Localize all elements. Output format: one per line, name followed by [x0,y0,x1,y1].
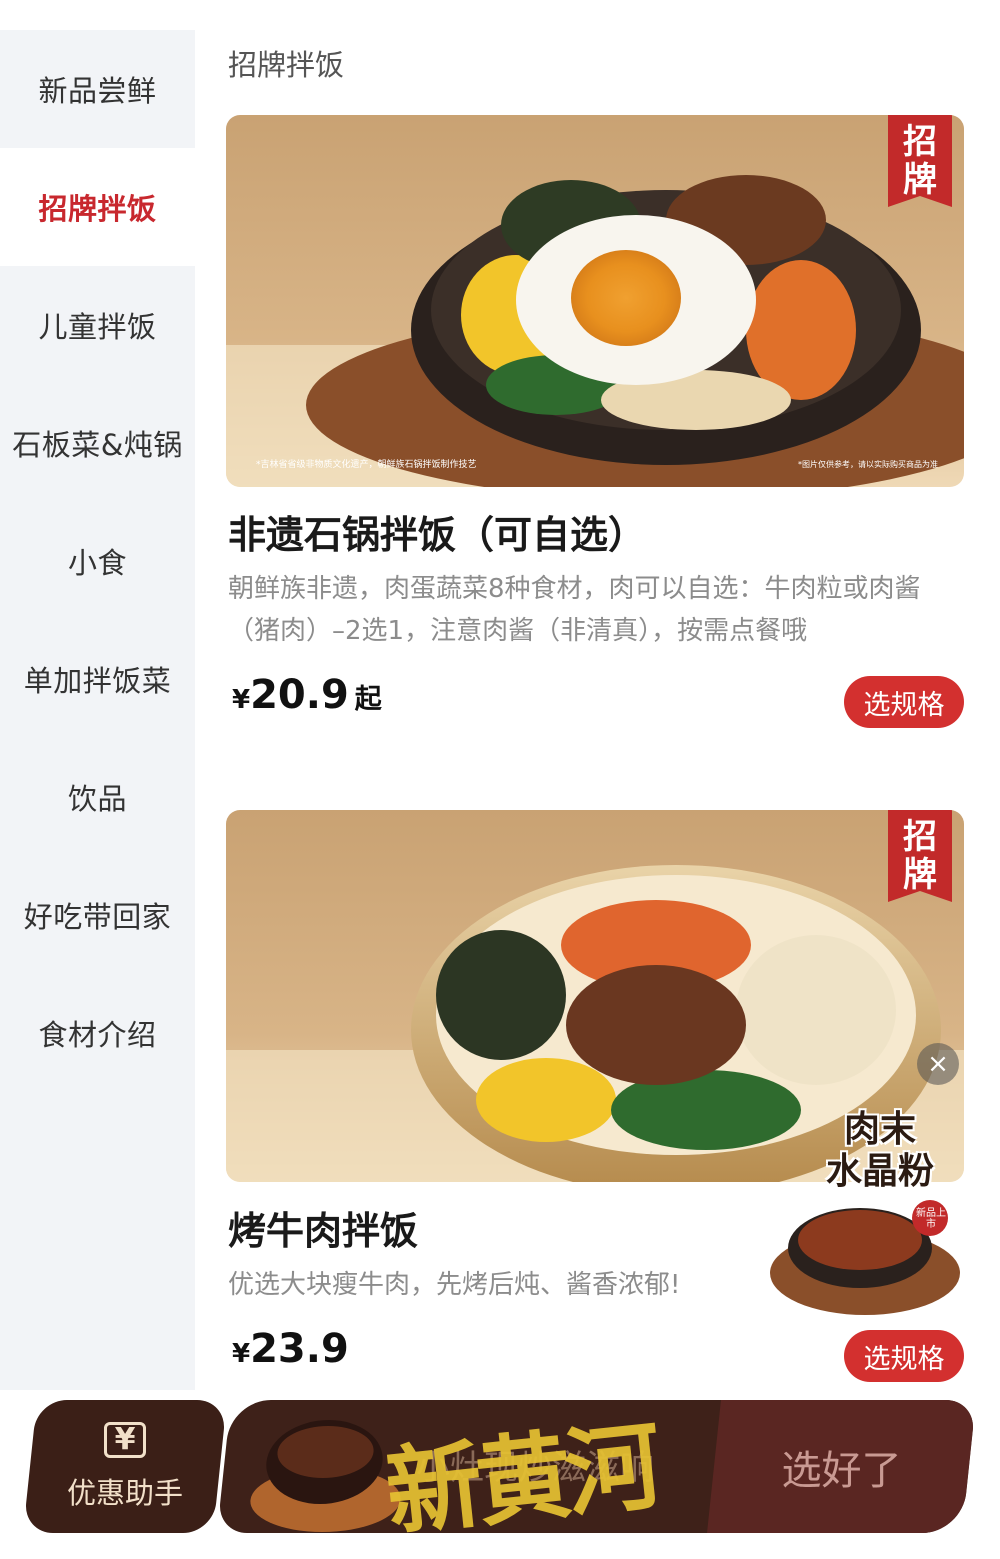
currency-symbol: ¥ [232,1339,251,1369]
image-caption-right: *图片仅供参考，请以实际购买商品为准 [798,459,938,469]
promo-title-line: 肉末 [843,1108,916,1150]
coupon-icon: ¥ [103,1421,147,1458]
stone-pot-bibimbap-image: *吉林省省级非物质文化遗产，朝鲜族石锅拌饭制作技艺 *图片仅供参考，请以实际购买… [226,115,964,487]
sidebar-item-label: 好吃带回家 [23,900,172,934]
sidebar-item-new[interactable]: 新品尝鲜 [0,30,195,148]
price-value: 20.9 [250,672,349,718]
promo-title: 肉末 水晶粉 [800,1108,960,1192]
product-price: ¥20.9 起 [232,672,382,718]
sidebar-item-drinks[interactable]: 饮品 [0,738,195,856]
badge-line: 牌 [903,160,937,200]
price-suffix: 起 [354,684,382,715]
sidebar-item-label: 新品尝鲜 [38,74,157,108]
sidebar-item-stone-plate[interactable]: 石板菜&炖锅 [0,384,195,502]
sidebar-item-label: 石板菜&炖锅 [12,428,183,462]
sidebar-item-label: 儿童拌饭 [38,310,157,344]
product-name[interactable]: 烤牛肉拌饭 [228,1200,418,1255]
signature-badge: 招 牌 [888,115,952,207]
sidebar-item-label: 小食 [67,546,127,580]
sidebar-item-kids[interactable]: 儿童拌饭 [0,266,195,384]
select-spec-button[interactable]: 选规格 [844,1330,964,1382]
checkout-button[interactable]: 选好了 [714,1400,969,1533]
currency-symbol: ¥ [232,685,251,715]
product-name[interactable]: 非遗石锅拌饭（可自选） [228,504,646,559]
category-sidebar: 新品尝鲜 招牌拌饭 儿童拌饭 石板菜&炖锅 小食 单加拌饭菜 饮品 好吃带回家 … [0,0,195,1390]
sidebar-item-label: 招牌拌饭 [38,192,157,226]
sidebar-item-signature[interactable]: 招牌拌饭 [0,148,195,266]
new-tag: 新品上市 [916,1208,946,1230]
signature-badge: 招 牌 [888,810,952,902]
sidebar-item-ingredients[interactable]: 食材介绍 [0,974,195,1092]
product-price: ¥23.9 [232,1326,349,1372]
coupon-helper-label: 优惠助手 [66,1475,183,1510]
promo-title-line: 水晶粉 [825,1150,934,1192]
promo-float-ad[interactable]: 肉末 水晶粉 新品上市 [760,1108,960,1323]
sidebar-item-takeaway[interactable]: 好吃带回家 [0,856,195,974]
close-icon[interactable]: × [917,1043,959,1085]
section-title: 招牌拌饭 [228,48,345,82]
badge-line: 牌 [903,855,937,895]
sidebar-top-spacer [0,0,195,30]
product-description: 朝鲜族非遗，肉蛋蔬菜8种食材，肉可以自选：牛肉粒或肉酱（猪肉）–2选1，注意肉酱… [228,574,921,646]
sidebar-item-label: 饮品 [67,782,127,816]
image-caption-left: *吉林省省级非物质文化遗产，朝鲜族石锅拌饭制作技艺 [256,458,477,470]
badge-line: 招 [903,817,937,857]
product-description: 优选大块瘦牛肉，先烤后炖、酱香浓郁! [228,1270,681,1300]
watermark-logo: 新黄河 [380,1409,662,1550]
sidebar-item-label: 单加拌饭菜 [23,664,172,698]
coupon-helper-button[interactable]: ¥ 优惠助手 [30,1400,220,1533]
product-image[interactable]: *吉林省省级非物质文化遗产，朝鲜族石锅拌饭制作技艺 *图片仅供参考，请以实际购买… [226,115,964,487]
sidebar-item-extra-dishes[interactable]: 单加拌饭菜 [0,620,195,738]
sidebar-item-snacks[interactable]: 小食 [0,502,195,620]
price-value: 23.9 [250,1326,349,1372]
badge-line: 招 [903,122,937,162]
select-spec-button[interactable]: 选规格 [844,676,964,728]
sidebar-item-label: 食材介绍 [38,1018,157,1052]
